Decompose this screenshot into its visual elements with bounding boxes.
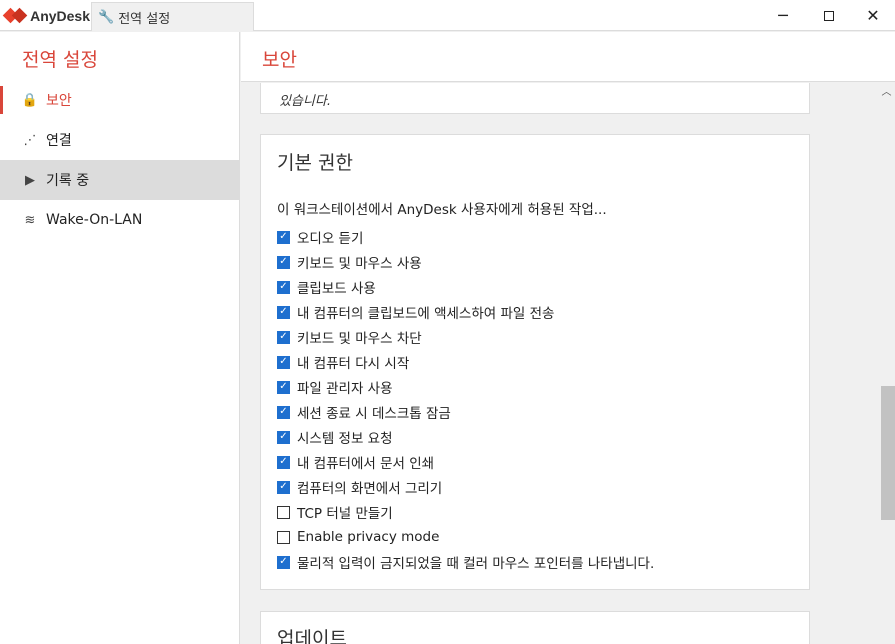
- settings-scroll-area[interactable]: 있습니다. 기본 권한 이 워크스테이션에서 AnyDesk 사용자에게 허용된…: [241, 83, 878, 644]
- permission-label: 내 컴퓨터에서 문서 인쇄: [297, 456, 435, 472]
- close-button[interactable]: ✕: [850, 0, 895, 31]
- permission-label: 컴퓨터의 화면에서 그리기: [297, 481, 443, 497]
- permission-row[interactable]: ✓ 컴퓨터의 화면에서 그리기: [277, 476, 442, 498]
- permission-label: 오디오 듣기: [297, 231, 364, 247]
- permission-label: 세션 종료 시 데스크톱 잠금: [297, 406, 451, 422]
- sidebar-item-connection[interactable]: ⋰ 연결: [0, 120, 239, 160]
- page-title: 보안: [262, 49, 297, 71]
- checkbox-checked[interactable]: ✓: [277, 280, 290, 294]
- content-header: 보안: [241, 32, 895, 82]
- permission-row[interactable]: ✓ 키보드 및 마우스 사용: [277, 251, 422, 273]
- permission-label: 키보드 및 마우스 차단: [297, 331, 422, 347]
- recording-icon: ▶: [25, 172, 35, 188]
- sidebar-title: 전역 설정: [22, 49, 98, 71]
- checkbox-checked[interactable]: ✓: [277, 405, 290, 419]
- lock-icon: 🔒: [21, 92, 39, 108]
- permission-row[interactable]: ✓ 내 컴퓨터에서 문서 인쇄: [277, 451, 434, 473]
- permission-row[interactable]: ✓ 내 컴퓨터 다시 시작: [277, 351, 409, 373]
- permission-row[interactable]: ✓ 내 컴퓨터의 클립보드에 액세스하여 파일 전송: [277, 301, 554, 323]
- minimize-button[interactable]: ─: [760, 0, 806, 31]
- updates-title: 업데이트: [277, 628, 347, 644]
- tab-global-settings[interactable]: 🔧 전역 설정: [91, 2, 254, 31]
- wifi-icon: ≋: [24, 212, 36, 228]
- permissions-description: 이 워크스테이션에서 AnyDesk 사용자에게 허용된 작업...: [277, 202, 607, 218]
- permission-row[interactable]: ✓ 물리적 입력이 금지되었을 때 컬러 마우스 포인터를 나타냅니다.: [277, 551, 654, 573]
- sidebar-item-label: 보안: [46, 93, 72, 109]
- permission-row[interactable]: ✓ 세션 종료 시 데스크톱 잠금: [277, 401, 451, 423]
- checkbox-checked[interactable]: ✓: [277, 230, 290, 244]
- permission-label: TCP 터널 만들기: [297, 506, 393, 522]
- active-indicator: [0, 86, 3, 114]
- permission-row[interactable]: ✓ 파일 관리자 사용: [277, 376, 393, 398]
- checkbox-checked[interactable]: ✓: [277, 455, 290, 469]
- permissions-title: 기본 권한: [277, 152, 353, 174]
- wrench-icon: 🔧: [98, 9, 115, 25]
- permission-row[interactable]: ✓ 시스템 정보 요청: [277, 426, 393, 448]
- anydesk-logo-icon: [2, 7, 28, 24]
- checkbox-checked[interactable]: ✓: [277, 305, 290, 319]
- permission-label: 시스템 정보 요청: [297, 431, 393, 447]
- app-brand: AnyDesk: [0, 0, 90, 31]
- permission-row[interactable]: TCP 터널 만들기: [277, 501, 393, 523]
- app-name: AnyDesk: [30, 7, 90, 24]
- checkbox-unchecked[interactable]: [277, 505, 290, 519]
- sidebar-item-recording[interactable]: ▶ 기록 중: [0, 160, 239, 200]
- permissions-card: 기본 권한 이 워크스테이션에서 AnyDesk 사용자에게 허용된 작업...…: [260, 134, 810, 590]
- permission-label: 내 컴퓨터 다시 시작: [297, 356, 410, 372]
- sidebar-item-label: 연결: [46, 133, 72, 149]
- permission-label: 물리적 입력이 금지되었을 때 컬러 마우스 포인터를 나타냅니다.: [297, 556, 655, 572]
- previous-section-text: 있습니다.: [279, 94, 331, 109]
- title-bar: AnyDesk 🔧 전역 설정 ─ ✕: [0, 0, 895, 31]
- sidebar: 전역 설정 🔒 보안 ⋰ 연결 ▶ 기록 중 ≋ Wake-On-LAN: [0, 32, 240, 644]
- maximize-button[interactable]: [806, 0, 852, 31]
- permission-label: 클립보드 사용: [297, 281, 376, 297]
- checkbox-checked[interactable]: ✓: [277, 380, 290, 394]
- sidebar-item-label: Wake-On-LAN: [46, 212, 143, 228]
- checkbox-checked[interactable]: ✓: [277, 430, 290, 444]
- tab-label: 전역 설정: [118, 11, 171, 27]
- checkbox-checked[interactable]: ✓: [277, 555, 290, 569]
- permission-label: Enable privacy mode: [297, 529, 440, 545]
- checkbox-checked[interactable]: ✓: [277, 330, 290, 344]
- updates-card: 업데이트: [260, 611, 810, 644]
- sidebar-item-wake-on-lan[interactable]: ≋ Wake-On-LAN: [0, 200, 239, 240]
- permission-row[interactable]: ✓ 오디오 듣기: [277, 226, 363, 248]
- scroll-up-icon[interactable]: ︿: [878, 83, 895, 98]
- permission-label: 키보드 및 마우스 사용: [297, 256, 422, 272]
- checkbox-checked[interactable]: ✓: [277, 355, 290, 369]
- permission-label: 내 컴퓨터의 클립보드에 액세스하여 파일 전송: [297, 306, 555, 322]
- maximize-icon: [824, 10, 834, 21]
- checkbox-checked[interactable]: ✓: [277, 480, 290, 494]
- vertical-scrollbar[interactable]: ︿: [878, 83, 895, 644]
- sidebar-item-security[interactable]: 🔒 보안: [0, 80, 239, 120]
- permission-row[interactable]: ✓ 키보드 및 마우스 차단: [277, 326, 422, 348]
- permission-label: 파일 관리자 사용: [297, 381, 393, 397]
- permission-row[interactable]: ✓ 클립보드 사용: [277, 276, 376, 298]
- checkbox-checked[interactable]: ✓: [277, 255, 290, 269]
- checkbox-unchecked[interactable]: [277, 530, 290, 544]
- sidebar-item-label: 기록 중: [46, 173, 90, 189]
- previous-section-card: 있습니다.: [260, 83, 810, 114]
- scroll-thumb[interactable]: [881, 386, 895, 520]
- permission-row[interactable]: Enable privacy mode: [277, 526, 439, 548]
- connection-icon: ⋰: [23, 132, 37, 148]
